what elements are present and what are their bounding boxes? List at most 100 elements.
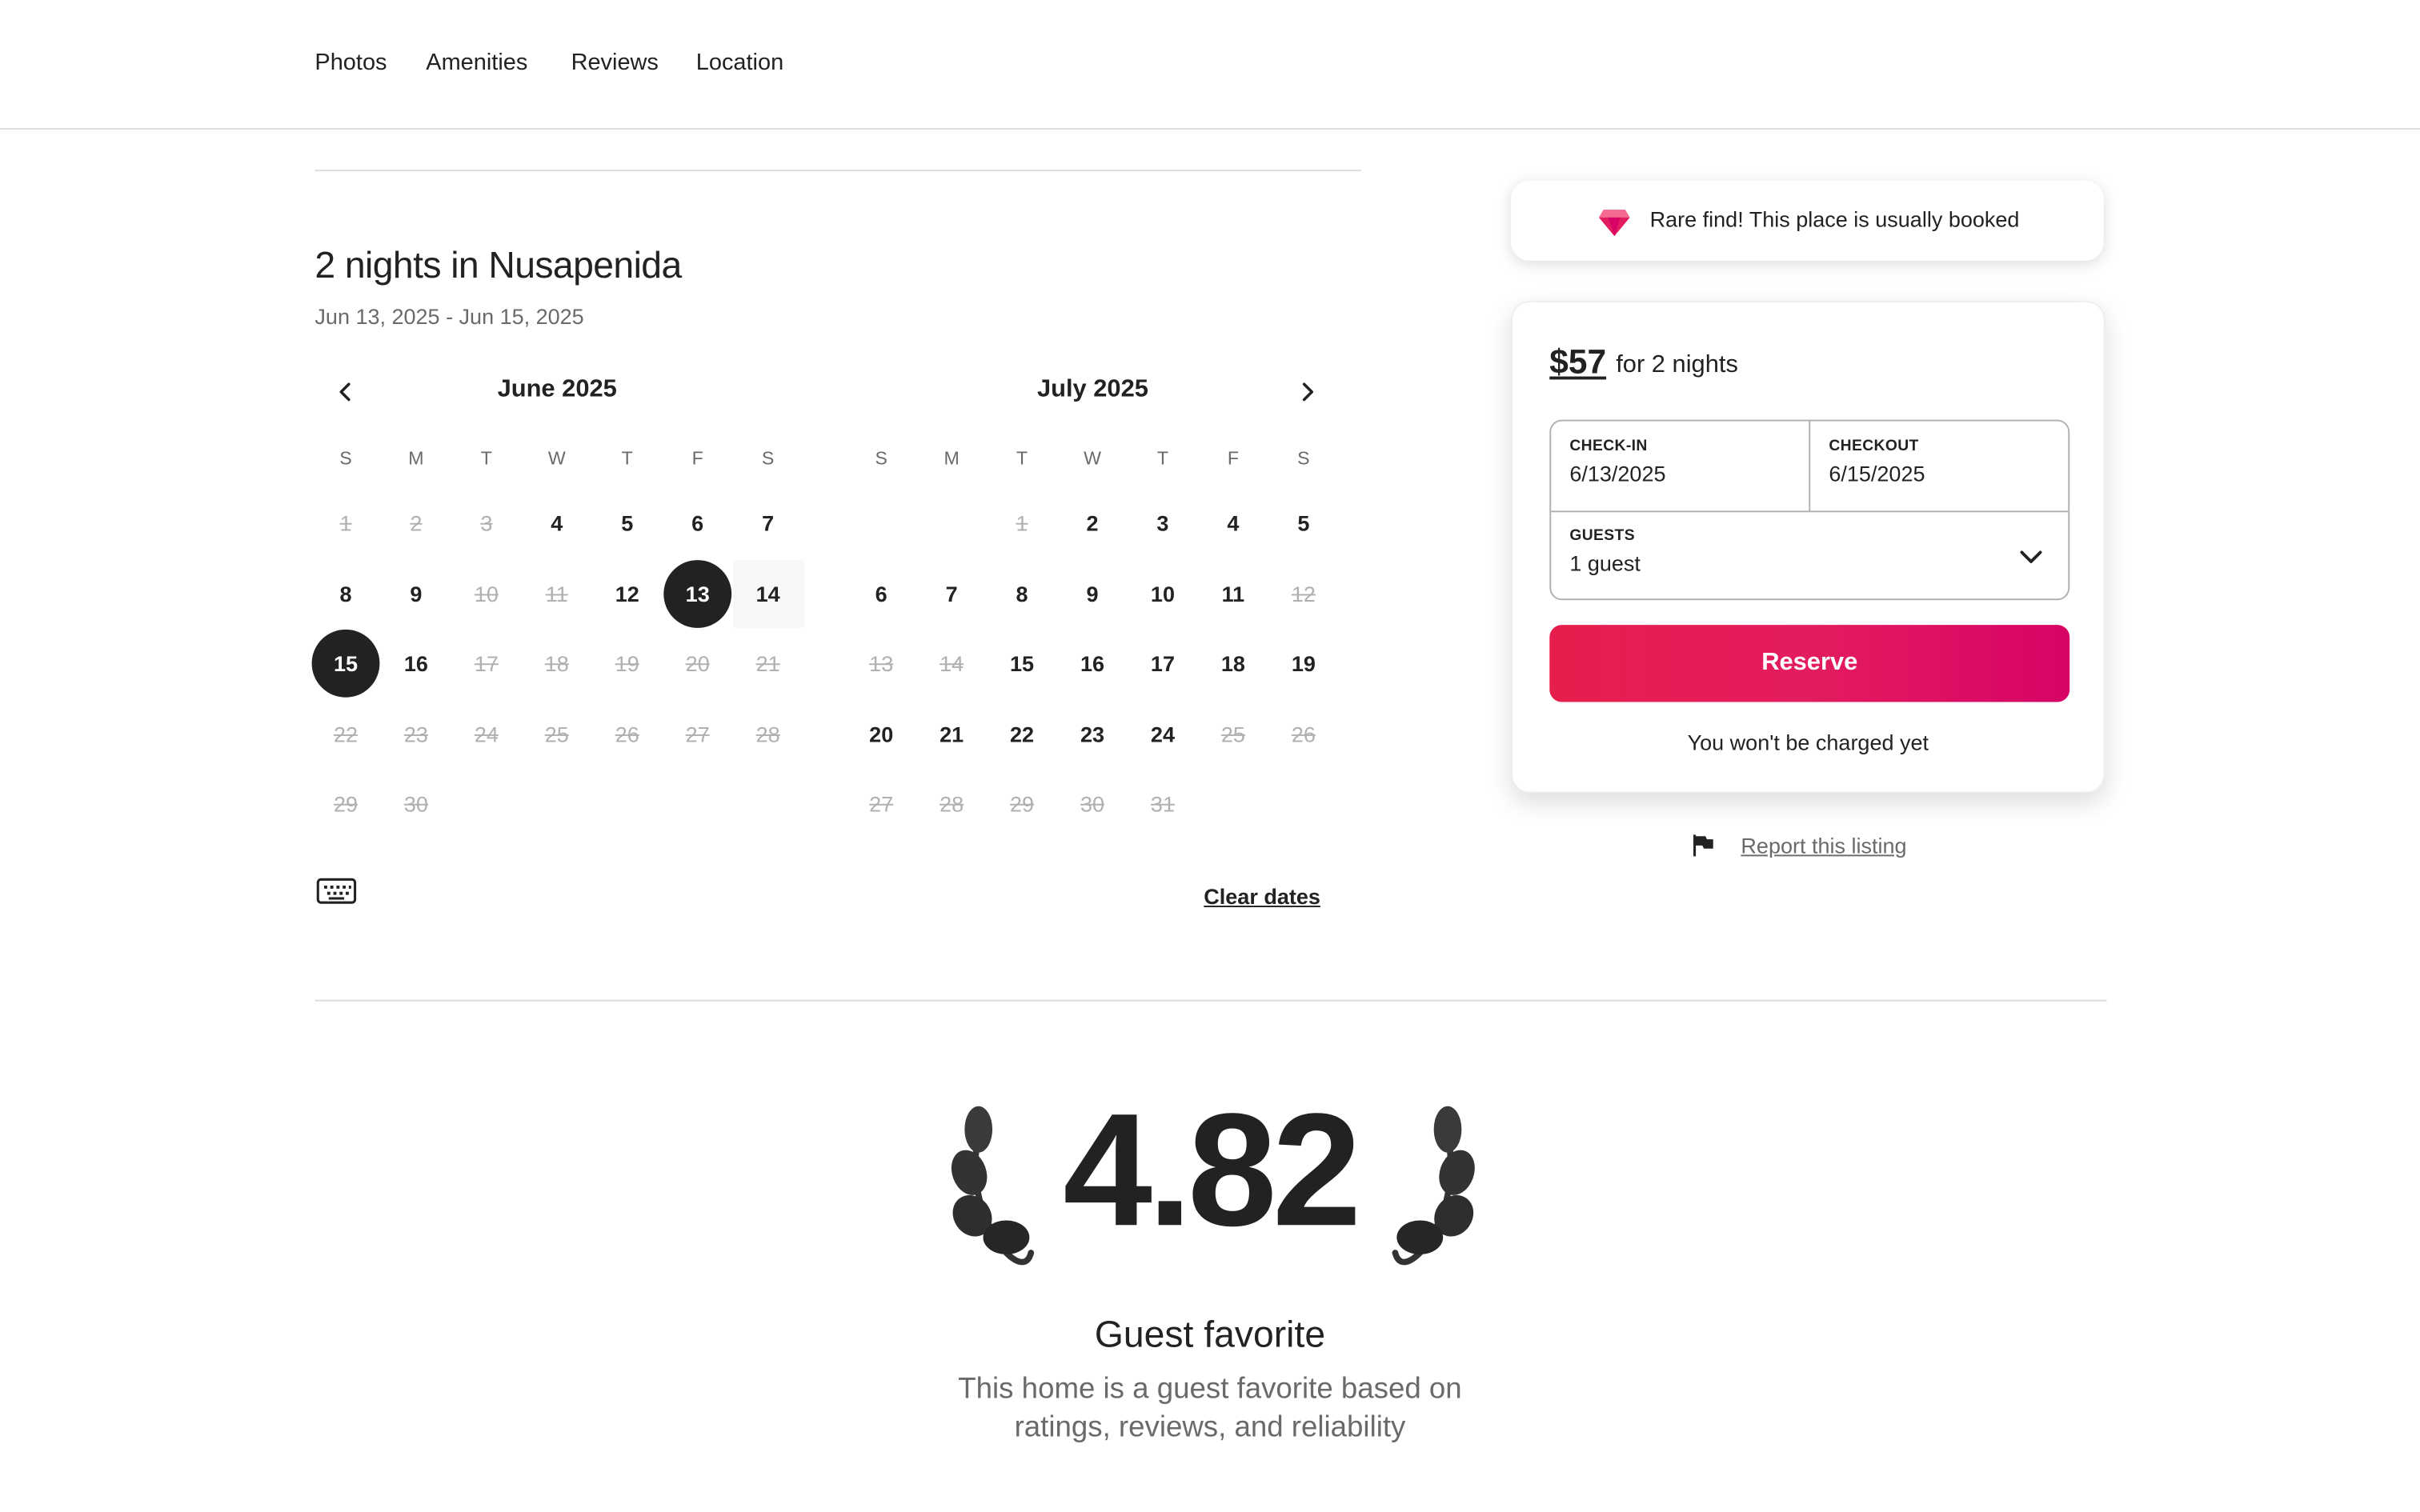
calendar-day[interactable]: 14 <box>732 559 804 628</box>
calendar-day[interactable]: 12 <box>591 559 663 627</box>
weekday-label: T <box>621 447 633 470</box>
report-listing: Report this listing <box>1692 833 1907 858</box>
stay-title: 2 nights in Nusapenida <box>315 245 682 287</box>
calendar-day[interactable]: 4 <box>521 489 592 557</box>
calendar-day[interactable]: 20 <box>846 700 917 768</box>
calendar-day[interactable]: 23 <box>1057 700 1128 768</box>
weekday-label: T <box>1156 447 1169 470</box>
calendar-day[interactable]: 15 <box>987 630 1058 698</box>
calendar-day: 17 <box>474 651 499 677</box>
calendar-day[interactable]: 9 <box>381 559 452 627</box>
calendar-day[interactable]: 9 <box>1057 559 1128 627</box>
guests-value: 1 guest <box>1569 550 1641 576</box>
diamond-icon <box>1598 210 1630 237</box>
calendar-day[interactable]: 4 <box>1198 489 1269 557</box>
month-title-july: July 2025 <box>1036 376 1148 403</box>
weekday-label: M <box>944 447 960 470</box>
guests-label: GUESTS <box>1569 527 1635 545</box>
weekday-label: T <box>480 447 492 470</box>
flag-icon <box>1693 834 1713 857</box>
calendar-day: 31 <box>1150 792 1175 817</box>
weekday-label: S <box>1297 447 1310 470</box>
section-divider <box>315 170 1361 172</box>
weekday-label: F <box>691 447 703 470</box>
nightly-price[interactable]: $57 <box>1549 342 1606 382</box>
calendar-day: 29 <box>333 792 359 817</box>
picker-divider <box>1809 421 1811 511</box>
calendar-day: 25 <box>1220 722 1245 747</box>
calendar-day[interactable]: 18 <box>1198 630 1269 698</box>
calendar-day[interactable]: 19 <box>1268 630 1340 698</box>
calendar-day[interactable]: 24 <box>1128 700 1199 768</box>
section-divider <box>315 999 2107 1002</box>
calendar-day[interactable]: 16 <box>381 630 452 698</box>
calendar-day[interactable]: 16 <box>1057 630 1128 698</box>
calendar-day: 14 <box>940 651 964 677</box>
calendar-day[interactable]: 2 <box>1057 489 1128 557</box>
calendar-day[interactable]: 5 <box>591 489 663 557</box>
weekday-label: M <box>408 447 424 470</box>
clear-dates-button[interactable]: Clear dates <box>1204 884 1320 909</box>
calendar-day: 30 <box>403 792 428 817</box>
calendar-day[interactable]: 22 <box>987 700 1058 768</box>
calendar-day: 18 <box>544 651 569 677</box>
calendar-day[interactable]: 7 <box>916 559 988 627</box>
nav-location[interactable]: Location <box>696 50 783 76</box>
calendar-day[interactable]: 13 <box>662 559 733 628</box>
calendar-day[interactable]: 11 <box>1198 559 1269 627</box>
rare-find-banner: Rare find! This place is usually booked <box>1511 180 2104 261</box>
calendar-day: 28 <box>940 792 964 817</box>
keyboard-icon <box>316 878 357 904</box>
calendar-day: 24 <box>474 722 499 747</box>
weekday-label: S <box>761 447 775 470</box>
selected-day-label: 15 <box>311 630 380 698</box>
booking-card: $57 for 2 nights CHECK-IN 6/13/2025 CHEC… <box>1511 301 2105 794</box>
reserve-button[interactable]: Reserve <box>1549 625 2070 702</box>
nav-amenities[interactable]: Amenities <box>426 50 527 76</box>
calendar-day[interactable]: 21 <box>916 700 988 768</box>
calendar-day: 27 <box>869 792 894 817</box>
calendar-day[interactable]: 5 <box>1268 489 1340 557</box>
calendar-day[interactable]: 8 <box>987 559 1058 627</box>
calendar-day: 25 <box>544 722 569 747</box>
calendar-day[interactable]: 8 <box>311 559 382 627</box>
calendar-day: 11 <box>545 581 568 606</box>
calendar-day[interactable]: 6 <box>662 489 733 557</box>
weekday-label: W <box>547 447 566 470</box>
calendar-day[interactable]: 7 <box>732 489 803 557</box>
keyboard-shortcuts-button[interactable] <box>316 876 357 914</box>
calendar-day: 27 <box>685 722 710 747</box>
calendar-day: 28 <box>755 722 780 747</box>
checkin-value: 6/13/2025 <box>1569 461 1666 486</box>
calendar-day: 22 <box>333 722 359 747</box>
section-nav: Photos Amenities Reviews Location <box>0 0 2420 130</box>
calendar-day: 20 <box>685 651 710 677</box>
guest-favorite-title: Guest favorite <box>1094 1314 1326 1357</box>
nav-reviews[interactable]: Reviews <box>571 50 659 76</box>
weekday-label: T <box>1016 447 1028 470</box>
calendar-day: 29 <box>1010 792 1035 817</box>
report-listing-link[interactable]: Report this listing <box>1741 833 1906 858</box>
calendar-day[interactable]: 10 <box>1128 559 1199 627</box>
selected-day-label: 13 <box>663 559 732 628</box>
checkin-field[interactable]: CHECK-IN 6/13/2025 <box>1569 438 1801 486</box>
stay-dates: Jun 13, 2025 - Jun 15, 2025 <box>315 303 584 329</box>
calendar-day[interactable]: 6 <box>846 559 917 627</box>
month-title-june: June 2025 <box>497 376 617 403</box>
chevron-down-icon[interactable] <box>2017 543 2045 571</box>
checkout-field[interactable]: CHECKOUT 6/15/2025 <box>1829 438 2060 486</box>
weekday-label: F <box>1227 447 1240 470</box>
calendar-day: 1 <box>1016 510 1028 536</box>
calendar-day: 21 <box>755 651 780 677</box>
calendar-day: 12 <box>1291 581 1316 606</box>
calendar-day: 13 <box>869 651 894 677</box>
checkin-label: CHECK-IN <box>1569 438 1648 455</box>
calendar-day[interactable]: 15 <box>311 630 382 698</box>
weekday-label: S <box>339 447 352 470</box>
weekday-label: W <box>1084 447 1101 470</box>
nav-photos[interactable]: Photos <box>315 50 387 76</box>
guests-field[interactable]: GUESTS 1 guest <box>1569 528 2048 576</box>
weekday-label: S <box>875 447 887 470</box>
calendar-day[interactable]: 17 <box>1128 630 1199 698</box>
calendar-day[interactable]: 3 <box>1128 489 1199 557</box>
